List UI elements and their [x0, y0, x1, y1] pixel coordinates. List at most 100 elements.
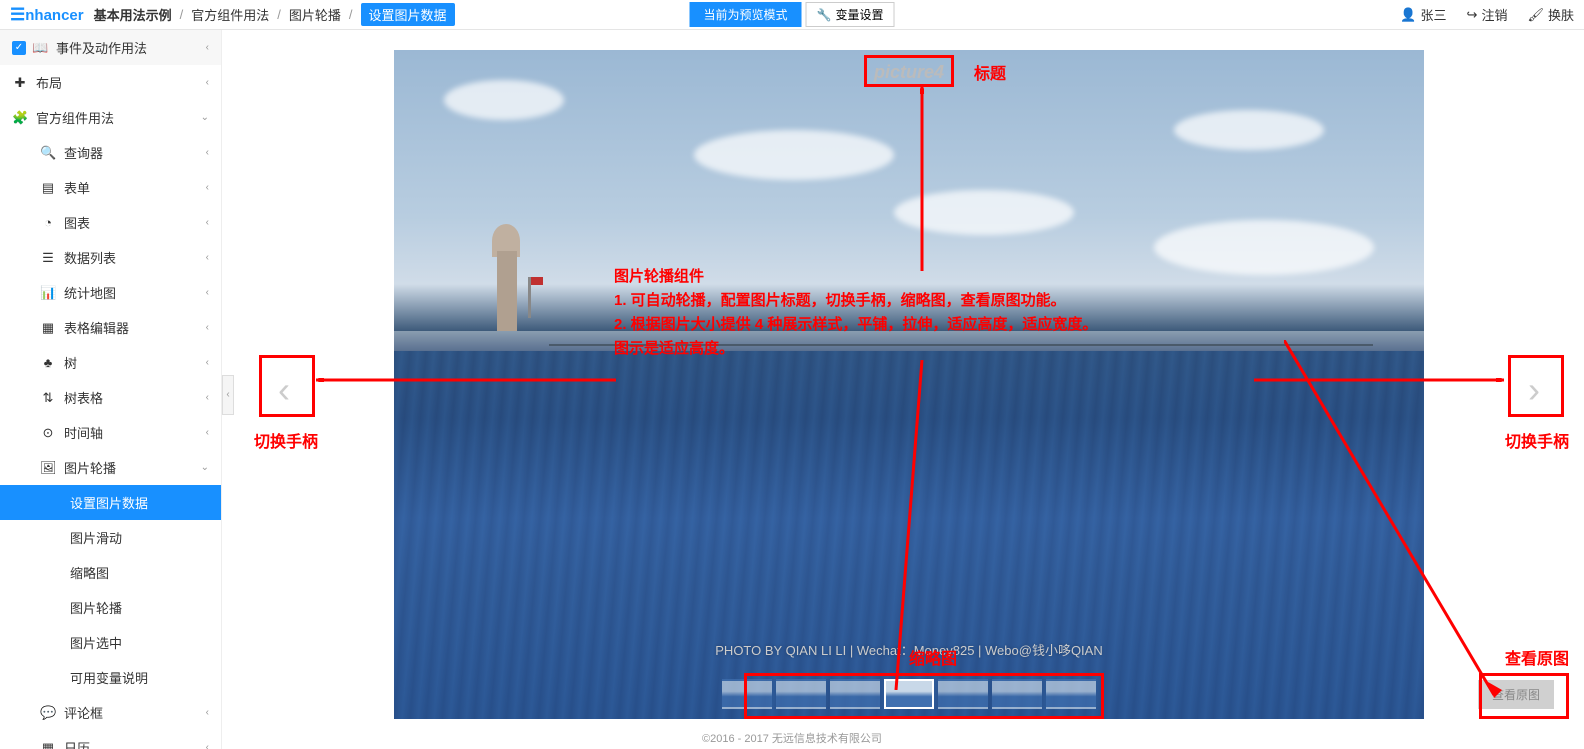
skin-button[interactable]: 🖌 换肤 [1527, 5, 1574, 24]
sidebar-item-4[interactable]: ▤ 表单 ‹ [0, 170, 221, 205]
thumbnail-5[interactable] [992, 679, 1042, 709]
wrench-icon: 🔧 [817, 8, 832, 22]
thumbnail-1[interactable] [776, 679, 826, 709]
sidebar-item-12[interactable]: 🖼图片轮播⌄ [0, 450, 221, 485]
sidebar-item-label: 表单 [64, 178, 90, 197]
sidebar-item-label: 树表格 [64, 388, 103, 407]
logout-icon: ↪ [1467, 7, 1478, 23]
sidebar-item-11[interactable]: ⊙时间轴‹ [0, 415, 221, 450]
check-icon: ✓ [12, 41, 26, 55]
breadcrumb-item-1[interactable]: 官方组件用法 [191, 5, 269, 24]
chevron-icon: ‹ [206, 357, 209, 368]
carousel-image: picture4 PHOTO BY QIAN LI LI | Wechat：Mo… [394, 50, 1424, 719]
sidebar-toggle[interactable]: ‹ [222, 375, 234, 415]
topbar-right: 👤 张三 ↪ 注销 🖌 换肤 [1400, 5, 1574, 24]
sidebar-item-label: 图表 [64, 213, 90, 232]
search-icon: 🔍 [40, 145, 56, 161]
sidebar-item-7[interactable]: 📊 统计地图 ‹ [0, 275, 221, 310]
chevron-icon: ‹ [206, 287, 209, 298]
sidebar-item-label: 图片选中 [70, 633, 122, 652]
main-content: ‹ › picture4 PHOTO BY QIAN LI LI | Wecha… [234, 30, 1584, 729]
thumbnail-0[interactable] [722, 679, 772, 709]
image-watermark: PHOTO BY QIAN LI LI | Wechat：Money825 | … [715, 640, 1102, 659]
logo: ☰nhancer [10, 5, 84, 25]
breadcrumb: 基本用法示例 / 官方组件用法 / 图片轮播 / 设置图片数据 [94, 3, 455, 26]
thumbnail-2[interactable] [830, 679, 880, 709]
sidebar-item-16[interactable]: 图片轮播 [0, 590, 221, 625]
sidebar-item-label: 评论框 [64, 703, 103, 722]
footer: ©2016 - 2017 无远信息技术有限公司 [0, 729, 1584, 749]
annotation-label-next: 切换手柄 [1505, 428, 1569, 452]
sidebar-item-18[interactable]: 可用变量说明 [0, 660, 221, 695]
sidebar-item-label: 设置图片数据 [70, 493, 148, 512]
skin-icon: 🖌 [1527, 7, 1544, 23]
tree-icon: ♣ [40, 355, 56, 370]
puzzle-icon: 🧩 [12, 110, 28, 126]
sidebar-item-9[interactable]: ♣ 树 ‹ [0, 345, 221, 380]
time-icon: ⊙ [40, 425, 56, 441]
breadcrumb-item-active[interactable]: 设置图片数据 [361, 3, 455, 26]
breadcrumb-root[interactable]: 基本用法示例 [94, 5, 172, 24]
sidebar-item-label: 图片滑动 [70, 528, 122, 547]
carousel-next-arrow[interactable]: › [1514, 360, 1554, 420]
chart-icon: ◔ [40, 215, 56, 230]
sidebar-item-label: 表格编辑器 [64, 318, 129, 337]
chevron-icon: ‹ [206, 322, 209, 333]
user-menu[interactable]: 👤 张三 [1400, 5, 1446, 24]
image-icon: 🖼 [40, 460, 56, 476]
image-title: picture4 [874, 62, 944, 83]
sidebar-item-label: 可用变量说明 [70, 668, 148, 687]
sidebar-item-label: 数据列表 [64, 248, 116, 267]
carousel-prev-arrow[interactable]: ‹ [264, 360, 304, 420]
chevron-icon: ‹ [206, 42, 209, 53]
breadcrumb-item-2[interactable]: 图片轮播 [289, 5, 341, 24]
thumbnail-6[interactable] [1046, 679, 1096, 709]
sidebar-item-14[interactable]: 图片滑动 [0, 520, 221, 555]
logout-button[interactable]: ↪ 注销 [1467, 5, 1508, 24]
sidebar-item-label: 树 [64, 353, 77, 372]
sidebar-item-13[interactable]: 设置图片数据 [0, 485, 221, 520]
sidebar-item-5[interactable]: ◔ 图表 ‹ [0, 205, 221, 240]
sidebar-item-label: 事件及动作用法 [56, 38, 147, 57]
book-icon: 📖 [32, 40, 48, 56]
map-icon: 📊 [40, 285, 56, 301]
topbar: ☰nhancer 基本用法示例 / 官方组件用法 / 图片轮播 / 设置图片数据… [0, 0, 1584, 30]
thumbnail-4[interactable] [938, 679, 988, 709]
sidebar-item-label: 时间轴 [64, 423, 103, 442]
chevron-icon: ‹ [206, 217, 209, 228]
sidebar-item-0[interactable]: ✓ 📖 事件及动作用法 ‹ [0, 30, 221, 65]
chevron-icon: ‹ [206, 707, 209, 718]
chevron-icon: ‹ [206, 77, 209, 88]
image-carousel: ‹ › picture4 PHOTO BY QIAN LI LI | Wecha… [254, 50, 1564, 729]
user-icon: 👤 [1400, 7, 1416, 23]
preview-mode-badge: 当前为预览模式 [690, 2, 802, 27]
chevron-icon: ‹ [206, 182, 209, 193]
sidebar-item-2[interactable]: 🧩官方组件用法⌄ [0, 100, 221, 135]
grid-icon: ▦ [40, 320, 56, 336]
variable-settings-button[interactable]: 🔧 变量设置 [806, 2, 895, 27]
sidebar-item-label: 统计地图 [64, 283, 116, 302]
comment-icon: 💬 [40, 705, 56, 721]
sidebar-item-6[interactable]: ☰数据列表‹ [0, 240, 221, 275]
chevron-icon: ‹ [206, 147, 209, 158]
chevron-icon: ‹ [206, 252, 209, 263]
chevron-icon: ‹ [206, 392, 209, 403]
sidebar-item-17[interactable]: 图片选中 [0, 625, 221, 660]
sidebar-item-label: 布局 [36, 73, 62, 92]
annotation-label-vieworig: 查看原图 [1505, 645, 1569, 669]
sidebar-item-8[interactable]: ▦ 表格编辑器 ‹ [0, 310, 221, 345]
sidebar-item-10[interactable]: ⇅树表格‹ [0, 380, 221, 415]
layout-icon: ✚ [12, 75, 28, 91]
form-icon: ▤ [40, 180, 56, 196]
thumbnail-3[interactable] [884, 679, 934, 709]
sidebar-item-1[interactable]: ✚ 布局 ‹ [0, 65, 221, 100]
thumbnails [722, 679, 1096, 709]
sidebar-item-label: 查询器 [64, 143, 103, 162]
annotation-label-prev: 切换手柄 [254, 428, 318, 452]
sidebar-item-15[interactable]: 缩略图 [0, 555, 221, 590]
chevron-icon: ⌄ [201, 112, 209, 123]
sidebar-item-19[interactable]: 💬 评论框 ‹ [0, 695, 221, 730]
view-original-button[interactable]: 查看原图 [1478, 680, 1554, 709]
sidebar-item-label: 图片轮播 [70, 598, 122, 617]
sidebar-item-3[interactable]: 🔍 查询器 ‹ [0, 135, 221, 170]
